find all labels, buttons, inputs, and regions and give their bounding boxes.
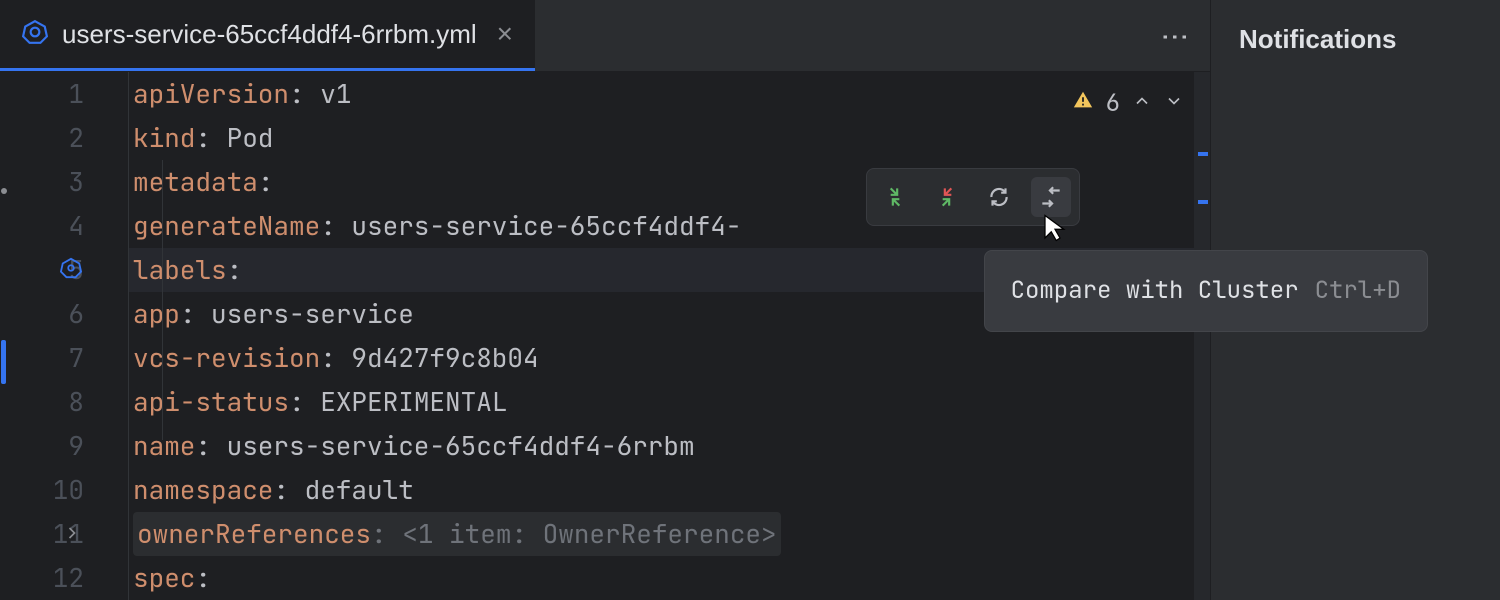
- line-number: 8: [0, 380, 84, 424]
- code-line[interactable]: kind: Pod: [129, 116, 1210, 160]
- yaml-value: users-service-65ccf4ddf4-6rrbm: [227, 424, 695, 468]
- kubernetes-gutter-icon[interactable]: [60, 248, 82, 292]
- tab-bar-actions: ⋮: [1159, 23, 1192, 49]
- inspections-widget[interactable]: 6: [1072, 82, 1184, 126]
- notifications-title: Notifications: [1239, 24, 1472, 55]
- yaml-value: Pod: [227, 116, 274, 160]
- editor-column: users-service-65ccf4ddf4-6rrbm.yml × ⋮ 1…: [0, 0, 1210, 600]
- code-line[interactable]: name: users-service-65ccf4ddf4-6rrbm: [129, 424, 1210, 468]
- tab-filename: users-service-65ccf4ddf4-6rrbm.yml: [62, 19, 477, 50]
- right-marker-strip: [1194, 72, 1210, 600]
- editor-body[interactable]: 123456789101112 apiVersion: v1kind: Podm…: [0, 72, 1210, 600]
- line-number: 12: [0, 556, 84, 600]
- yaml-key: api-status: [133, 380, 289, 424]
- yaml-key: name: [133, 424, 195, 468]
- refresh-button[interactable]: [979, 177, 1019, 217]
- fold-chevron-icon[interactable]: [62, 512, 82, 556]
- yaml-key: kind: [133, 116, 195, 160]
- line-number: 11: [0, 512, 84, 556]
- close-icon[interactable]: ×: [497, 20, 513, 48]
- line-number: 7: [0, 336, 84, 380]
- folded-region[interactable]: ownerReferences: <1 item: OwnerReference…: [133, 512, 781, 556]
- yaml-key: namespace: [133, 468, 273, 512]
- yaml-value: v1: [320, 72, 351, 116]
- line-number: 3: [0, 160, 84, 204]
- kubernetes-icon: [22, 19, 48, 50]
- yaml-value: default: [305, 468, 414, 512]
- code-line[interactable]: ownerReferences: <1 item: OwnerReference…: [129, 512, 1210, 556]
- indent-guide: [162, 160, 163, 440]
- code-line[interactable]: vcs-revision: 9d427f9c8b04: [129, 336, 1210, 380]
- marker: [1198, 200, 1208, 204]
- yaml-value: 9d427f9c8b04: [351, 336, 538, 380]
- chevron-up-icon[interactable]: [1132, 82, 1152, 126]
- yaml-value: users-service-65ccf4ddf4-: [351, 204, 741, 248]
- code-pane[interactable]: apiVersion: v1kind: Podmetadata: generat…: [128, 72, 1210, 600]
- chevron-down-icon[interactable]: [1164, 82, 1184, 126]
- code-line[interactable]: api-status: EXPERIMENTAL: [129, 380, 1210, 424]
- code-line[interactable]: namespace: default: [129, 468, 1210, 512]
- yaml-value: EXPERIMENTAL: [320, 380, 507, 424]
- yaml-key: metadata: [133, 160, 258, 204]
- tooltip-shortcut: Ctrl+D: [1315, 269, 1401, 313]
- warning-icon: [1072, 82, 1094, 126]
- kebab-menu-icon[interactable]: ⋮: [1159, 23, 1192, 49]
- line-number: 10: [0, 468, 84, 512]
- tab-bar: users-service-65ccf4ddf4-6rrbm.yml × ⋮: [0, 0, 1210, 72]
- yaml-key: apiVersion: [133, 72, 289, 116]
- push-to-cluster-button[interactable]: [875, 177, 915, 217]
- yaml-key: labels: [133, 248, 227, 292]
- code-line[interactable]: spec:: [129, 556, 1210, 600]
- line-number: 2: [0, 116, 84, 160]
- yaml-key: app: [133, 292, 180, 336]
- line-number: 9: [0, 424, 84, 468]
- compare-with-cluster-button[interactable]: [1031, 177, 1071, 217]
- line-number: 1: [0, 72, 84, 116]
- line-number: 6: [0, 292, 84, 336]
- yaml-value: users-service: [211, 292, 414, 336]
- file-tab[interactable]: users-service-65ccf4ddf4-6rrbm.yml ×: [0, 0, 535, 71]
- line-number-gutter: 123456789101112: [0, 72, 128, 600]
- warning-count: 6: [1106, 82, 1120, 126]
- marker: [1198, 152, 1208, 156]
- tooltip: Compare with Cluster Ctrl+D: [984, 250, 1428, 332]
- line-number: 4: [0, 204, 84, 248]
- pull-from-cluster-button[interactable]: [927, 177, 967, 217]
- yaml-key: spec: [133, 556, 195, 600]
- line-number: 5: [0, 248, 84, 292]
- tooltip-label: Compare with Cluster: [1011, 269, 1299, 313]
- code-line[interactable]: apiVersion: v1: [129, 72, 1210, 116]
